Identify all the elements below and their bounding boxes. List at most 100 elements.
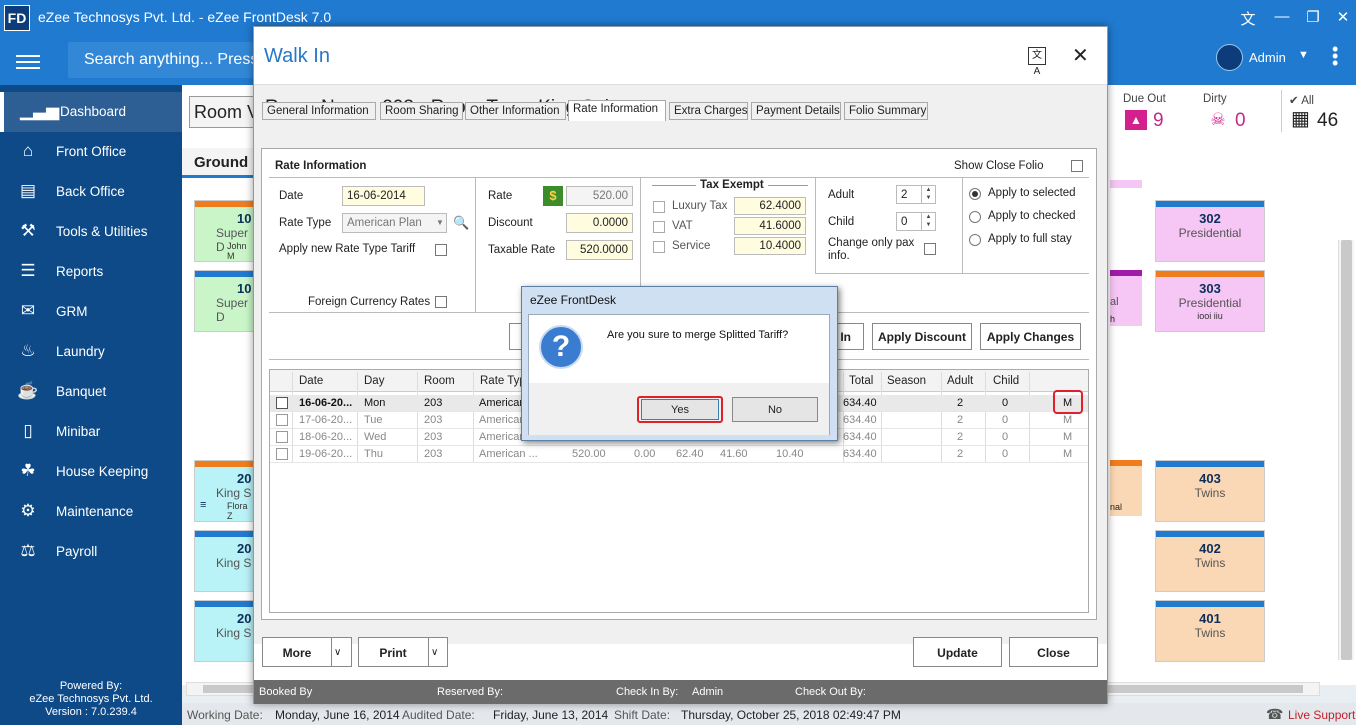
rate-type-select[interactable]: American Plan	[342, 213, 447, 233]
translate-icon[interactable]: 文	[1238, 8, 1258, 28]
sidebar-item-reports[interactable]: ☰ Reports	[0, 252, 182, 292]
room-tile[interactable]: 403 Twins	[1155, 460, 1265, 522]
row-checkbox[interactable]	[276, 414, 288, 426]
room-tile-partial[interactable]: nal	[1110, 460, 1142, 516]
sidebar-item-tools-utilities[interactable]: ⚒ Tools & Utilities	[0, 212, 182, 252]
sidebar-item-maintenance[interactable]: ⚙ Maintenance	[0, 492, 182, 532]
user-menu[interactable]: Admin ▼ • • •	[1216, 40, 1338, 72]
sidebar-item-payroll[interactable]: ⚖ Payroll	[0, 532, 182, 572]
kebab-menu-icon[interactable]: • • •	[1332, 40, 1338, 72]
grid-column-header[interactable]: Date	[299, 375, 323, 387]
room-tile[interactable]: 20 King S	[194, 530, 254, 592]
tab-general-information[interactable]: General Information	[262, 102, 376, 120]
apply-discount-button[interactable]: Apply Discount	[872, 323, 972, 350]
tax-value-field[interactable]: 62.4000	[734, 197, 806, 215]
translate-icon[interactable]: 文A	[1028, 47, 1046, 77]
apply-option-label: Apply to selected	[988, 187, 1076, 199]
row-checkbox[interactable]	[276, 397, 288, 409]
close-icon[interactable]: ✕	[1072, 43, 1089, 68]
date-field[interactable]: 16-06-2014	[342, 186, 425, 206]
room-guest: iooi iiu	[1197, 311, 1223, 321]
apply-option-radio[interactable]	[969, 234, 981, 246]
sidebar-item-banquet[interactable]: ☕ Banquet	[0, 372, 182, 412]
rate-field[interactable]: 520.00	[566, 186, 633, 206]
room-tile[interactable]: 10 Super D John M	[194, 200, 254, 262]
search-input[interactable]: Search anything... Press	[68, 42, 258, 78]
update-button[interactable]: Update	[913, 637, 1002, 667]
show-close-folio-checkbox[interactable]	[1071, 160, 1083, 172]
tax-exempt-checkbox[interactable]	[653, 221, 665, 233]
foreign-currency-checkbox[interactable]	[435, 296, 447, 308]
sidebar-item-laundry[interactable]: ♨ Laundry	[0, 332, 182, 372]
close-button[interactable]: Close	[1009, 637, 1098, 667]
discount-field[interactable]: 0.0000	[566, 213, 633, 233]
table-cell-adult: 2	[957, 431, 964, 443]
sidebar-item-minibar[interactable]: ▯ Minibar	[0, 412, 182, 452]
powered-by-label: Powered By:	[59, 680, 123, 692]
grid-column-header[interactable]: Season	[887, 375, 926, 387]
stepper-arrows-icon[interactable]: ▲ ▼	[921, 213, 935, 230]
room-status-bar	[195, 601, 253, 607]
room-type: Twins	[1194, 556, 1226, 570]
room-tile[interactable]: 303 Presidential iooi iiu	[1155, 270, 1265, 332]
grid-column-header[interactable]: Rate Typ	[480, 375, 526, 387]
tax-exempt-checkbox[interactable]	[653, 201, 665, 213]
apply-option-radio[interactable]	[969, 211, 981, 223]
change-pax-checkbox[interactable]	[924, 243, 936, 255]
apply-option-radio[interactable]	[969, 188, 981, 200]
tab-room-sharing[interactable]: Room Sharing	[380, 102, 463, 120]
table-cell-rate-type: American	[479, 414, 526, 426]
restore-icon[interactable]: ❐	[1303, 8, 1323, 26]
sidebar-item-back-office[interactable]: ▤ Back Office	[0, 172, 182, 212]
chevron-down-icon[interactable]: ∨	[334, 647, 341, 658]
tab-folio-summary[interactable]: Folio Summary	[844, 102, 928, 120]
room-tile[interactable]: 402 Twins	[1155, 530, 1265, 592]
room-view-button[interactable]: Room V	[189, 96, 259, 128]
chevron-down-icon[interactable]: ∨	[431, 647, 438, 658]
tab-extra-charges[interactable]: Extra Charges	[669, 102, 748, 120]
room-tile[interactable]: 302 Presidential	[1155, 200, 1265, 262]
sidebar-item-house-keeping[interactable]: ☘ House Keeping	[0, 452, 182, 492]
apply-changes-button[interactable]: Apply Changes	[980, 323, 1081, 350]
yes-button[interactable]: Yes	[641, 399, 719, 420]
sidebar-item-grm[interactable]: ✉ GRM	[0, 292, 182, 332]
tax-value-field[interactable]: 10.4000	[734, 237, 806, 255]
calendar-search-icon[interactable]: 🔍	[453, 215, 469, 231]
live-support-link[interactable]: Live Support	[1288, 708, 1355, 722]
grid-column-header[interactable]: Day	[364, 375, 384, 387]
room-tile[interactable]: 20 King S	[194, 600, 254, 662]
menu-icon[interactable]	[16, 55, 40, 69]
floor-tab[interactable]: Ground	[182, 148, 254, 178]
close-icon[interactable]: ✕	[1333, 8, 1353, 26]
sidebar-item-front-office[interactable]: ⌂ Front Office	[0, 132, 182, 172]
row-checkbox[interactable]	[276, 431, 288, 443]
taxable-rate-field[interactable]: 520.0000	[566, 240, 633, 260]
tax-exempt-checkbox[interactable]	[653, 241, 665, 253]
minimize-icon[interactable]: —	[1272, 8, 1292, 26]
stepper-arrows-icon[interactable]: ▲ ▼	[921, 186, 935, 203]
room-type: King S	[216, 556, 252, 570]
room-tile[interactable]: 10 Super D	[194, 270, 254, 332]
room-tile[interactable]: 401 Twins	[1155, 600, 1265, 662]
room-tile[interactable]: 20 King S Flora Z ≡	[194, 460, 254, 522]
grid-column-header[interactable]: Room	[424, 375, 455, 387]
grid-column-header[interactable]: Total	[849, 375, 873, 387]
stat-label: ✔ All	[1289, 95, 1314, 107]
grid-column-header[interactable]: Child	[993, 375, 1019, 387]
tab-payment-details[interactable]: Payment Details	[751, 102, 841, 120]
sidebar-item-dashboard[interactable]: ▁▃▅ Dashboard	[0, 92, 182, 132]
tab-rate-information[interactable]: Rate Information	[568, 100, 666, 121]
grid-column-header[interactable]: Adult	[947, 375, 973, 387]
scrollbar-thumb[interactable]	[1341, 240, 1352, 660]
building-icon: ▦	[1291, 108, 1310, 130]
tax-value-field[interactable]: 41.6000	[734, 217, 806, 235]
currency-icon[interactable]: $	[543, 186, 563, 206]
room-tile-partial[interactable]: al h	[1110, 270, 1142, 326]
tax-exempt-title: Tax Exempt	[696, 179, 768, 191]
row-checkbox[interactable]	[276, 448, 288, 460]
vertical-scrollbar[interactable]	[1338, 240, 1354, 660]
tab-other-information[interactable]: Other Information	[465, 102, 566, 120]
apply-new-rate-checkbox[interactable]	[435, 244, 447, 256]
app-logo: FD	[4, 5, 30, 31]
no-button[interactable]: No	[732, 397, 818, 422]
